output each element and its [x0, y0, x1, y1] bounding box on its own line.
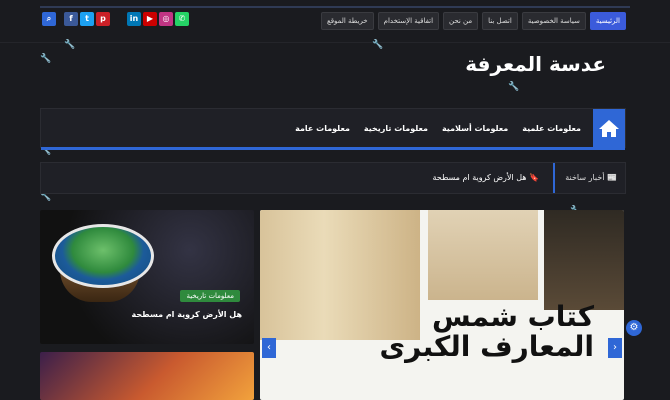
- twitter-icon[interactable]: t: [80, 12, 94, 26]
- gear-icon[interactable]: ⚙: [626, 320, 642, 336]
- slider-prev-button[interactable]: ‹: [262, 338, 276, 358]
- toplink-sitemap[interactable]: خريطة الموقع: [320, 12, 374, 30]
- toplink-contact[interactable]: اتصل بنا: [482, 12, 518, 30]
- instagram-icon[interactable]: ◎: [159, 12, 173, 26]
- nav-item-science[interactable]: معلومات علمية: [522, 124, 581, 133]
- slide-title[interactable]: كتاب شمس المعارف الكبرى: [380, 302, 595, 362]
- ticker-headline[interactable]: 🔖 هل الأرض كروية ام مسطحة: [433, 163, 540, 193]
- bookmark-icon: 🔖: [529, 173, 539, 182]
- home-button[interactable]: [593, 109, 625, 147]
- manuscript-image: [428, 210, 538, 300]
- toplink-terms[interactable]: اتفاقية الإستخدام: [377, 12, 440, 30]
- youtube-icon[interactable]: ▶: [143, 12, 157, 26]
- featured-post[interactable]: معلومات تاريخية هل الأرض كروية ام مسطحة: [40, 210, 254, 344]
- nav-item-general[interactable]: معلومات عامة: [295, 124, 350, 133]
- top-accent-line: [40, 6, 630, 8]
- facebook-icon[interactable]: f: [64, 12, 78, 26]
- wrench-icon: 🔧: [508, 82, 520, 92]
- linkedin-icon[interactable]: in: [127, 12, 141, 26]
- wrench-icon: 🔧: [40, 54, 52, 64]
- nav-item-islamic[interactable]: معلومات أسلامية: [442, 124, 508, 133]
- news-icon: 📰: [607, 173, 617, 182]
- featured-post-image[interactable]: [40, 352, 254, 400]
- ticker-separator: [553, 163, 555, 193]
- top-links: الرئيسية سياسة الخصوصية اتصل بنا من نحن …: [320, 12, 626, 30]
- nav-accent-line: [41, 147, 625, 150]
- manuscript-image: [544, 210, 624, 310]
- toplink-about[interactable]: من نحن: [443, 12, 479, 30]
- category-badge[interactable]: معلومات تاريخية: [180, 290, 240, 302]
- wrench-icon: 🔧: [64, 40, 76, 50]
- whatsapp-icon[interactable]: ✆: [175, 12, 189, 26]
- search-icon[interactable]: ⌕: [42, 12, 56, 26]
- wrench-icon: 🔧: [372, 40, 384, 50]
- ticker-label: 📰 أخبار ساخنة: [565, 173, 617, 182]
- toplink-home[interactable]: الرئيسية: [589, 12, 626, 30]
- nav-items: معلومات علمية معلومات أسلامية معلومات تا…: [295, 109, 581, 147]
- home-icon: [599, 120, 619, 137]
- news-ticker: 📰 أخبار ساخنة 🔖 هل الأرض كروية ام مسطحة: [40, 162, 626, 194]
- nav-item-history[interactable]: معلومات تاريخية: [364, 124, 428, 133]
- pinterest-icon[interactable]: p: [96, 12, 110, 26]
- post-title[interactable]: هل الأرض كروية ام مسطحة: [132, 310, 242, 319]
- featured-slider: كتاب شمس المعارف الكبرى ‹ ›: [260, 210, 624, 400]
- main-nav: معلومات علمية معلومات أسلامية معلومات تا…: [40, 108, 626, 150]
- flat-earth-image: [52, 224, 154, 288]
- slider-next-button[interactable]: ›: [608, 338, 622, 358]
- toplink-privacy[interactable]: سياسة الخصوصية: [521, 12, 586, 30]
- site-title[interactable]: عدسة المعرفة: [465, 52, 606, 76]
- top-bar: ⌕ f t p in ▶ ◎ ✆ الرئيسية سياسة الخصوصية…: [0, 0, 670, 43]
